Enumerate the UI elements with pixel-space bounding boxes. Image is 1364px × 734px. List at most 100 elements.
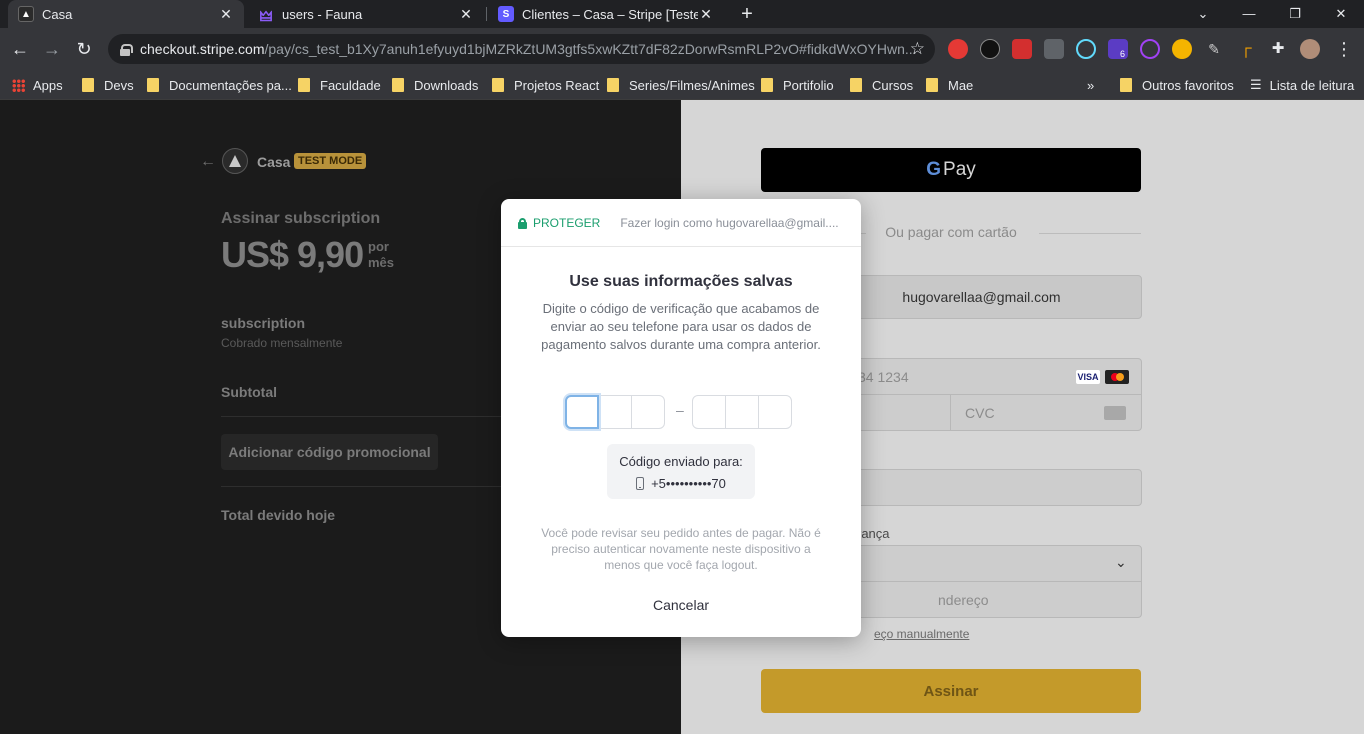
price-period: por mês: [368, 239, 395, 270]
masked-phone: +5••••••••••70: [607, 476, 755, 491]
extension-purple-icon[interactable]: 6: [1108, 39, 1128, 59]
bookmark-downloads[interactable]: Downloads: [392, 70, 478, 100]
restore-icon[interactable]: ❐: [1272, 0, 1318, 28]
bookmark-series[interactable]: Series/Filmes/Animes: [607, 70, 755, 100]
saved-info-modal: PROTEGER Fazer login como hugovarellaa@g…: [501, 199, 861, 637]
code-separator: –: [676, 402, 684, 418]
tab-close-icon[interactable]: ✕: [458, 6, 474, 23]
code-digit-input[interactable]: [692, 395, 726, 429]
tab-casa[interactable]: ▲ Casa ✕: [8, 0, 244, 28]
page-content: ← Casa TEST MODE Assinar subscription US…: [0, 100, 1364, 734]
bookmark-label: Projetos React: [514, 77, 600, 93]
line-item-description: Cobrado mensalmente: [221, 336, 343, 350]
folder-icon: [82, 78, 94, 92]
new-tab-button[interactable]: +: [736, 3, 758, 25]
tab-close-icon[interactable]: ✕: [218, 6, 234, 23]
extension-red-icon[interactable]: [948, 39, 968, 59]
login-as-link[interactable]: Fazer login como hugovarellaa@gmail....: [620, 216, 852, 230]
profile-avatar[interactable]: [1300, 39, 1320, 59]
bookmark-devs[interactable]: Devs: [82, 70, 134, 100]
code-sent-box: Código enviado para: +5••••••••••70: [607, 444, 755, 499]
gpay-label: Pay: [943, 159, 976, 180]
code-digit-input[interactable]: [598, 395, 632, 429]
cancel-button[interactable]: Cancelar: [501, 597, 861, 613]
close-window-icon[interactable]: ✕: [1318, 0, 1364, 28]
tab-close-icon[interactable]: ✕: [698, 6, 714, 23]
extensions-puzzle-icon[interactable]: ✚: [1268, 39, 1288, 59]
bookmark-projetos-react[interactable]: Projetos React: [492, 70, 599, 100]
extension-play-icon[interactable]: [1012, 39, 1032, 59]
line-item-name: subscription: [221, 315, 306, 331]
visa-icon: VISA: [1076, 370, 1100, 384]
subscribe-button[interactable]: Assinar: [761, 669, 1141, 713]
extension-pen-icon[interactable]: ✎: [1204, 39, 1224, 59]
merchant-logo: [222, 148, 248, 174]
bookmark-faculdade[interactable]: Faculdade: [298, 70, 381, 100]
folder-icon: [1120, 78, 1132, 92]
bookmark-label: Downloads: [414, 77, 479, 93]
code-group-second: [692, 395, 792, 429]
cvc-placeholder: CVC: [965, 404, 995, 421]
tab-stripe[interactable]: S Clientes – Casa – Stripe [Teste] ✕: [488, 0, 724, 28]
tab-search-icon[interactable]: ⌄: [1180, 0, 1226, 28]
bookmark-label: Faculdade: [320, 77, 381, 93]
tab-title: Casa: [42, 6, 73, 22]
address-bar[interactable]: checkout.stripe.com/pay/cs_test_b1Xy7anu…: [108, 34, 935, 64]
modal-header: PROTEGER Fazer login como hugovarellaa@g…: [501, 199, 861, 247]
extension-screen-icon[interactable]: [1044, 39, 1064, 59]
reading-list-button[interactable]: ☰ Lista de leitura: [1250, 70, 1354, 100]
folder-icon: [926, 78, 938, 92]
enter-address-manually-link[interactable]: eço manualmente: [874, 627, 969, 641]
masked-phone-number: +5••••••••••70: [651, 476, 726, 491]
subtotal-label: Subtotal: [221, 384, 277, 400]
tab-title: users - Fauna: [282, 6, 363, 22]
bookmark-label: Series/Filmes/Animes: [629, 77, 755, 93]
folder-icon: [850, 78, 862, 92]
folder-icon: [298, 78, 310, 92]
code-digit-input[interactable]: [725, 395, 759, 429]
extension-circle-icon[interactable]: [1140, 39, 1160, 59]
lock-icon: [120, 43, 133, 56]
url-path: /pay/cs_test_b1Xy7anuh1efyuyd1bjMZRkZtUM…: [264, 41, 917, 57]
bookmark-label: Documentações pa...: [169, 77, 292, 93]
extension-face-icon[interactable]: [1172, 39, 1192, 59]
code-digit-input[interactable]: [631, 395, 665, 429]
bookmarks-overflow-button[interactable]: »: [1087, 70, 1094, 100]
card-number-placeholder: 34 1234: [858, 368, 909, 385]
bookmark-mae[interactable]: Mae: [926, 70, 973, 100]
bookmark-outros-favoritos[interactable]: Outros favoritos: [1120, 70, 1234, 100]
bookmark-label: Devs: [104, 77, 134, 93]
stripe-favicon-icon: S: [498, 6, 514, 22]
react-devtools-icon[interactable]: [1076, 39, 1096, 59]
adblock-icon[interactable]: [980, 39, 1000, 59]
reload-icon[interactable]: ↻: [72, 37, 96, 61]
bookmark-cursos[interactable]: Cursos: [850, 70, 913, 100]
billing-address-label: rança: [857, 526, 890, 541]
code-digit-input[interactable]: [758, 395, 792, 429]
bookmarks-bar: Apps Devs Documentações pa... Faculdade …: [0, 70, 1364, 100]
forward-icon[interactable]: →: [40, 37, 64, 61]
protect-badge: PROTEGER: [518, 216, 600, 230]
back-icon[interactable]: ←: [8, 37, 32, 61]
menu-icon[interactable]: ⋮: [1332, 37, 1356, 61]
tab-separator: [486, 7, 487, 21]
bookmark-documentacoes[interactable]: Documentações pa...: [147, 70, 292, 100]
minimize-icon[interactable]: —: [1226, 0, 1272, 28]
code-digit-input[interactable]: [565, 395, 599, 429]
folder-icon: [147, 78, 159, 92]
browser-tab-strip: ▲ Casa ✕ 🜲 users - Fauna ✕ S Clientes – …: [0, 0, 1364, 28]
bookmark-portifolio[interactable]: Portifolio: [761, 70, 834, 100]
modal-description: Digite o código de verificação que acaba…: [541, 301, 821, 352]
extension-bracket-icon[interactable]: ┌: [1236, 39, 1256, 59]
tab-fauna[interactable]: 🜲 users - Fauna ✕: [248, 0, 484, 28]
fauna-favicon-icon: 🜲: [259, 7, 273, 24]
divider: [221, 486, 501, 487]
bookmark-apps[interactable]: Apps: [12, 70, 63, 100]
protect-label: PROTEGER: [533, 215, 601, 230]
extension-badge: 6: [1118, 49, 1128, 59]
add-promo-code-button[interactable]: Adicionar código promocional: [221, 434, 438, 470]
google-pay-button[interactable]: G Pay: [761, 148, 1141, 192]
cvc-card-icon: [1104, 406, 1126, 420]
back-arrow-icon[interactable]: ←: [200, 153, 216, 171]
bookmark-star-icon[interactable]: ☆: [910, 39, 925, 59]
